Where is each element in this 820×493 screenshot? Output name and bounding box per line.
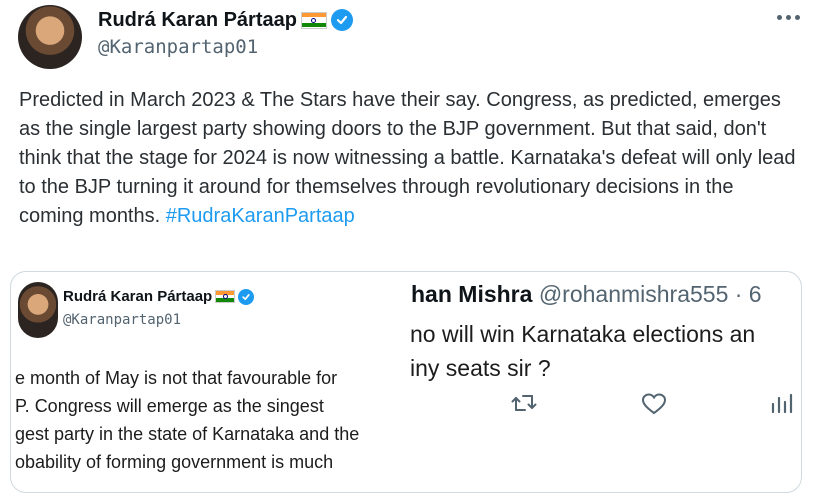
verified-badge-icon — [330, 9, 353, 31]
quoted-screenshot-left: Rudrá Karan Pártaap @Karanpartap01 e mon… — [11, 272, 405, 492]
quoted-text-right: no will win Karnataka elections an iny s… — [410, 317, 755, 385]
quoted-line: gest party in the state of Karnataka and… — [15, 424, 360, 444]
quoted-author-name: Rudrá Karan Pártaap — [63, 288, 213, 305]
reply-author-name: han Mishra — [411, 281, 533, 307]
author-row: Rudrá Karan Pártaap — [98, 8, 353, 32]
quoted-media[interactable]: Rudrá Karan Pártaap @Karanpartap01 e mon… — [10, 271, 802, 493]
quoted-reply-header: han Mishra @rohanmishra555 · 6 — [411, 281, 762, 308]
quoted-line: P. Congress will emerge as the singest — [15, 396, 324, 416]
quoted-handle: @Karanpartap01 — [63, 312, 182, 328]
quoted-author-row: Rudrá Karan Pártaap — [63, 288, 255, 305]
hashtag-link[interactable]: #RudraKaranPartaap — [166, 205, 355, 227]
retweet-icon — [511, 392, 537, 414]
more-options-icon[interactable] — [777, 15, 800, 20]
quoted-avatar — [18, 282, 58, 338]
verified-badge-icon — [238, 288, 255, 305]
tweet-body: Predicted in March 2023 & The Stars have… — [19, 89, 796, 227]
quoted-text-left: e month of May is not that favourable fo… — [15, 364, 415, 476]
tweet-text: Predicted in March 2023 & The Stars have… — [19, 86, 799, 231]
like-icon — [641, 392, 667, 416]
india-flag-icon — [215, 290, 236, 303]
reply-line: no will win Karnataka elections an — [410, 321, 756, 347]
reply-handle: @rohanmishra555 · 6 — [538, 281, 762, 307]
author-handle[interactable]: @Karanpartap01 — [98, 36, 258, 58]
author-name[interactable]: Rudrá Karan Pártaap — [98, 9, 297, 32]
india-flag-icon — [300, 11, 327, 29]
views-icon — [770, 392, 794, 414]
quoted-screenshot-right: han Mishra @rohanmishra555 · 6 no will w… — [405, 272, 801, 492]
reply-line: iny seats sir ? — [410, 355, 551, 381]
quoted-line: obability of forming government is much — [15, 452, 334, 472]
avatar[interactable] — [18, 5, 82, 69]
quoted-line: e month of May is not that favourable fo… — [15, 368, 338, 388]
